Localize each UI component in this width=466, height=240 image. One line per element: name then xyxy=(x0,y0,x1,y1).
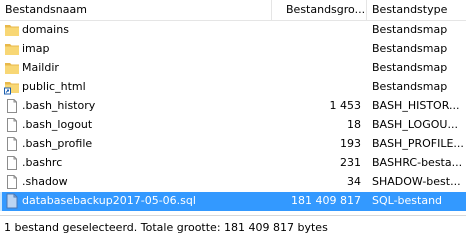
file-type: Bestandsmap xyxy=(372,61,448,74)
file-row[interactable]: domains Bestandsmap xyxy=(0,21,466,40)
file-row[interactable]: .bash_history 1 453 BASH_HISTOR... xyxy=(0,97,466,116)
status-text: 1 bestand geselecteerd. Totale grootte: … xyxy=(4,221,328,234)
file-name: .bashrc xyxy=(22,156,63,169)
file-size: 231 xyxy=(340,156,361,169)
column-header-size[interactable]: Bestandsgro... xyxy=(281,0,366,20)
file-icon xyxy=(4,174,20,190)
file-icon xyxy=(4,117,20,133)
file-type: BASH_PROFILE... xyxy=(372,137,464,150)
file-type: Bestandsmap xyxy=(372,80,448,93)
file-size xyxy=(276,40,361,59)
folder-icon xyxy=(4,22,20,38)
file-size: 18 xyxy=(347,118,361,131)
column-header-type[interactable]: Bestandstype xyxy=(367,0,466,20)
file-type: BASH_HISTOR... xyxy=(372,99,460,112)
file-name: domains xyxy=(22,23,69,36)
file-type: Bestandsmap xyxy=(372,23,448,36)
file-size: 181 409 817 xyxy=(291,194,361,207)
file-size xyxy=(276,59,361,78)
file-row[interactable]: public_html Bestandsmap xyxy=(0,78,466,97)
folder-shortcut-icon xyxy=(4,79,20,95)
file-row[interactable]: .bash_profile 193 BASH_PROFILE... xyxy=(0,135,466,154)
file-size xyxy=(276,78,361,97)
file-row[interactable]: Maildir Bestandsmap xyxy=(0,59,466,78)
file-size xyxy=(276,21,361,40)
file-icon xyxy=(4,155,20,171)
file-type: Bestandsmap xyxy=(372,42,448,55)
file-name: .bash_history xyxy=(22,99,96,112)
status-bar: 1 bestand geselecteerd. Totale grootte: … xyxy=(0,215,466,240)
folder-icon xyxy=(4,60,20,76)
file-name: Maildir xyxy=(22,61,59,74)
column-header: Bestandsnaam Bestandsgro... Bestandstype xyxy=(0,0,466,21)
file-type: SQL-bestand xyxy=(372,194,443,207)
file-name: databasebackup2017-05-06.sql xyxy=(22,194,196,207)
folder-icon xyxy=(4,41,20,57)
file-name: .bash_logout xyxy=(22,118,93,131)
file-name: .shadow xyxy=(22,175,68,188)
file-row[interactable]: .bash_logout 18 BASH_LOGOU... xyxy=(0,116,466,135)
file-size: 34 xyxy=(347,175,361,188)
file-size: 193 xyxy=(340,137,361,150)
column-header-name[interactable]: Bestandsnaam xyxy=(0,0,271,20)
file-type: SHADOW-best... xyxy=(372,175,461,188)
file-type: BASH_LOGOU... xyxy=(372,118,458,131)
file-icon xyxy=(4,98,20,114)
file-icon xyxy=(4,136,20,152)
column-divider[interactable] xyxy=(271,0,272,20)
file-name: .bash_profile xyxy=(22,137,93,150)
sql-file-icon xyxy=(4,193,20,209)
file-size: 1 453 xyxy=(329,99,362,112)
file-name: public_html xyxy=(22,80,86,93)
file-row[interactable]: databasebackup2017-05-06.sql 181 409 817 S… xyxy=(0,192,466,211)
file-row[interactable]: .shadow 34 SHADOW-best... xyxy=(0,173,466,192)
file-row[interactable]: imap Bestandsmap xyxy=(0,40,466,59)
file-type: BASHRC-besta... xyxy=(372,156,463,169)
file-row[interactable]: .bashrc 231 BASHRC-besta... xyxy=(0,154,466,173)
file-name: imap xyxy=(22,42,50,55)
